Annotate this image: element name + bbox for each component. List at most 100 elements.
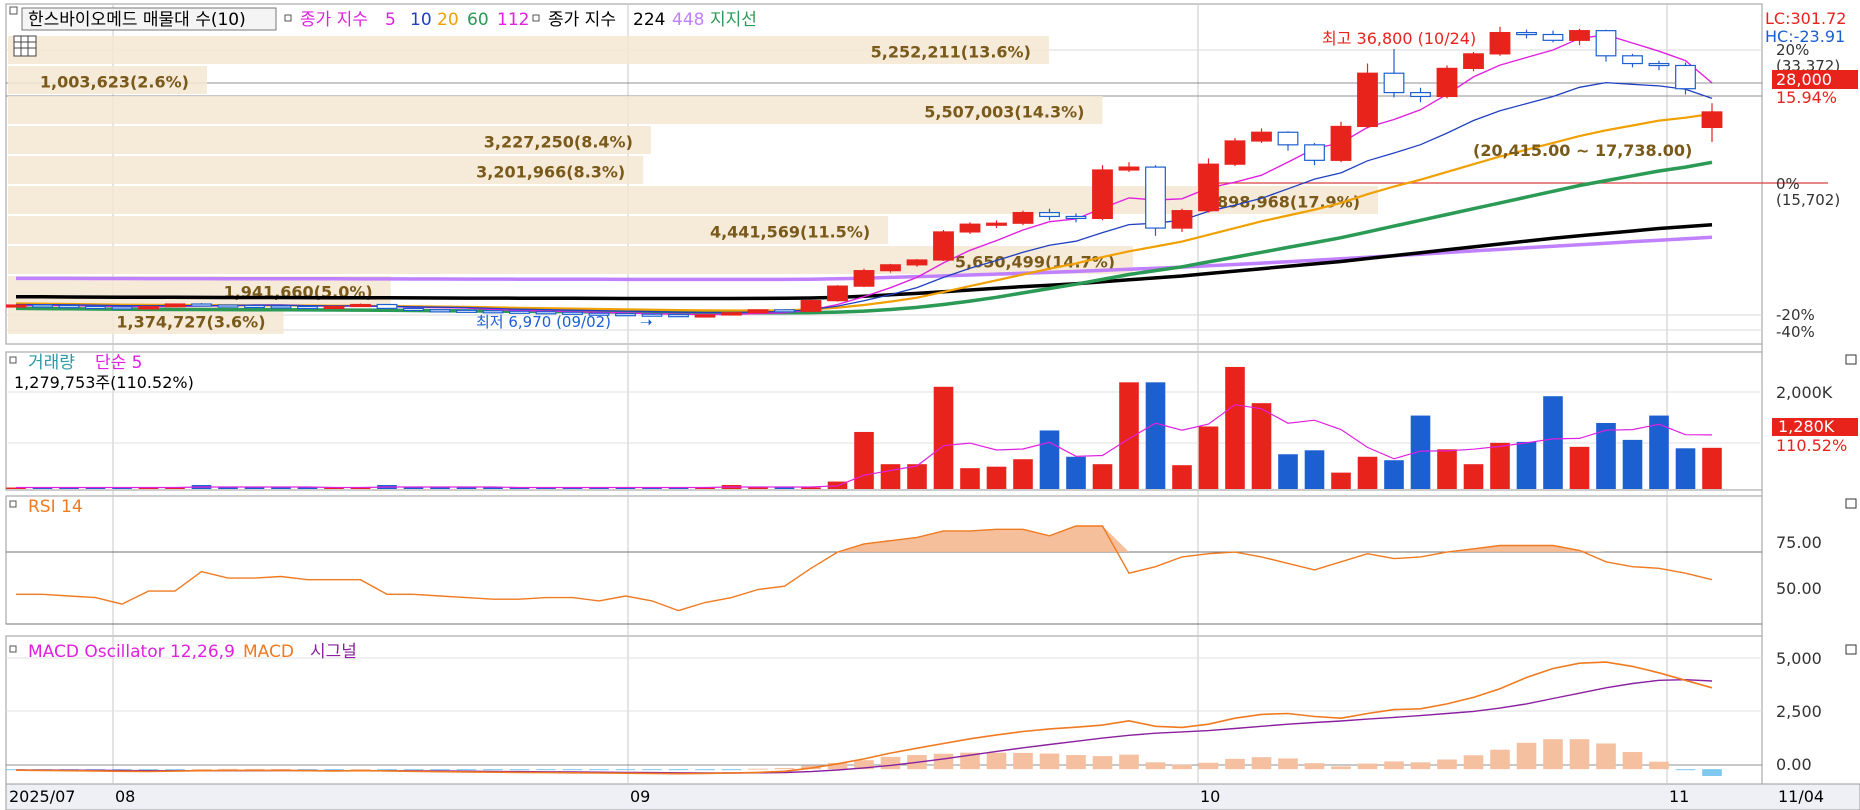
volume-profile-label: 6,898,968(17.9%)	[1200, 193, 1360, 212]
candle	[774, 309, 795, 313]
macd-oscillator-bar	[430, 769, 450, 771]
range-annotation: (20,415.00 ~ 17,738.00)	[1473, 141, 1692, 160]
date-label: 09	[630, 787, 650, 806]
right-axis: LC:301.72 HC:-23.91 20% (33,372) 28,000 …	[1765, 9, 1858, 774]
main-title: 한스바이오메드 매물대 수(10)	[28, 10, 246, 30]
date-label: 10	[1200, 787, 1220, 806]
macd-oscillator-bar	[509, 769, 530, 771]
grid-toggle-icon[interactable]	[13, 35, 37, 57]
volume-bar	[1702, 447, 1722, 489]
macd-oscillator-bar	[1331, 766, 1351, 770]
volume-title: 거래량	[28, 353, 75, 373]
candle	[323, 305, 345, 310]
macd-oscillator-bar	[1702, 769, 1722, 777]
candle	[1224, 138, 1246, 167]
volume-bar	[986, 466, 1007, 489]
candle	[32, 304, 53, 308]
volume-bar	[1225, 366, 1245, 489]
macd-tick-0: 0.00	[1776, 755, 1812, 774]
rsi-panel-close-button[interactable]	[1845, 498, 1857, 509]
macd-oscillator-bar	[642, 769, 662, 771]
volume-bar	[880, 464, 901, 489]
candle	[403, 307, 424, 311]
volume-bar	[907, 464, 927, 489]
candle	[376, 303, 398, 310]
low-annotation: 최저 6,970 (09/02)	[476, 313, 611, 331]
volume-profile-label: 5,507,003(14.3%)	[924, 103, 1084, 122]
volume-bar	[297, 487, 318, 489]
macd-oscillator-bar	[986, 752, 1007, 770]
volume-profile-label: 4,441,569(11.5%)	[710, 223, 870, 242]
high-arrow-icon: ➝	[1492, 30, 1505, 49]
volume-bar	[1119, 382, 1139, 489]
low-arrow-icon: ➝	[640, 313, 653, 331]
volume-panel-close-button[interactable]	[1845, 354, 1857, 365]
macd-oscillator-bar	[748, 768, 768, 770]
macd-oscillator-bar	[1066, 755, 1086, 770]
volume-bar	[774, 487, 795, 489]
macd-oscillator-bar	[1596, 743, 1616, 770]
candle	[1012, 210, 1034, 226]
neg40-label: -40%	[1776, 323, 1815, 341]
support-label: 지지선	[710, 10, 757, 30]
candle	[58, 305, 80, 309]
ma224-label: 224	[633, 10, 665, 30]
date-label: 11	[1669, 787, 1689, 806]
candle	[1330, 121, 1352, 163]
macd-oscillator-bar	[1516, 742, 1537, 770]
candle	[429, 309, 451, 313]
candle	[1198, 158, 1219, 213]
volume-ma-label: 단순 5	[95, 353, 143, 373]
macd-panel-close-button[interactable]	[1845, 644, 1857, 655]
candle	[1436, 65, 1458, 99]
volume-profile-label: 1,374,727(3.6%)	[116, 313, 265, 332]
volume-bar	[1569, 446, 1590, 489]
volume-bar	[1437, 449, 1457, 489]
macd-oscillator-bar	[1013, 752, 1033, 770]
candle	[138, 306, 159, 310]
ma10-label: 10	[410, 10, 432, 30]
macd-label: MACD	[243, 642, 294, 662]
candle	[721, 312, 742, 316]
candle	[217, 304, 239, 308]
volume-bar	[1304, 450, 1325, 489]
ma112-label: 112	[497, 10, 529, 30]
volume-bar	[1357, 456, 1378, 489]
rsi-title: RSI 14	[28, 497, 83, 517]
macd-oscillator-bar	[880, 756, 901, 770]
volume-bar	[1490, 442, 1510, 489]
volume-bar	[1516, 441, 1537, 489]
candle	[1357, 63, 1378, 129]
volume-bar	[1039, 430, 1060, 489]
candle	[747, 309, 769, 314]
date-label: 2025/07	[9, 787, 75, 806]
volume-bar	[1543, 396, 1563, 489]
volume-bar	[1013, 459, 1033, 489]
volume-bar	[1066, 456, 1086, 489]
volume-profile-label: 5,252,211(13.6%)	[871, 43, 1031, 62]
volume-bar	[456, 487, 477, 489]
candle	[1092, 165, 1113, 221]
candle	[1463, 51, 1484, 72]
volume-bar	[1675, 448, 1696, 489]
volume-bar	[960, 468, 980, 489]
macd-oscillator-bar	[1490, 749, 1510, 770]
volume-bar	[1145, 382, 1166, 489]
candle	[191, 303, 212, 307]
volume-bar	[1278, 454, 1298, 489]
candle	[164, 303, 186, 308]
volume-profile-label: 3,201,966(8.3%)	[476, 163, 625, 182]
volume-bar	[218, 487, 238, 489]
macd-title: MACD Oscillator 12,26,9	[28, 642, 235, 662]
macd-oscillator-bar	[1251, 757, 1272, 770]
macd-oscillator-bar	[1543, 739, 1563, 770]
volume-bar	[403, 487, 424, 489]
last-pct: 15.94%	[1776, 88, 1837, 107]
candle	[270, 305, 292, 309]
volume-bar	[1092, 464, 1113, 489]
ma60-label: 60	[467, 10, 489, 30]
volume-bar	[1622, 439, 1643, 489]
macd-oscillator-bar	[1119, 754, 1139, 770]
macd-oscillator-bar	[695, 769, 715, 771]
ma-label-2: 종가 지수	[548, 10, 616, 30]
